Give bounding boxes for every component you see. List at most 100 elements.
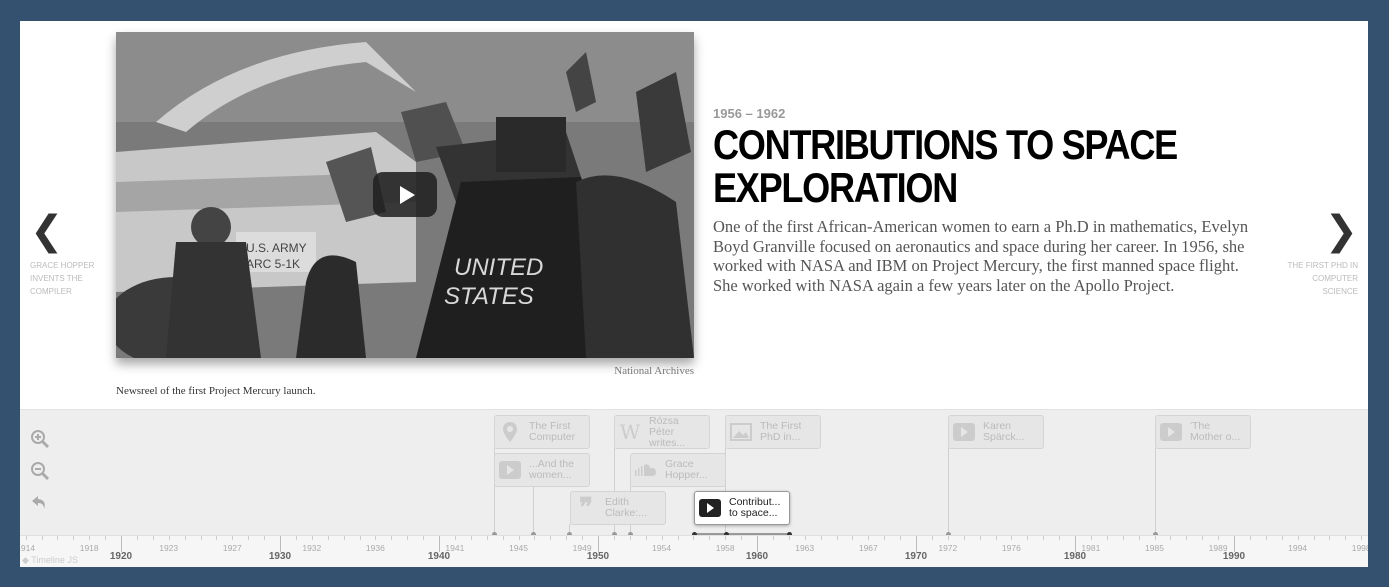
- axis-tick: [184, 536, 186, 540]
- axis-tick: [1202, 536, 1204, 540]
- zoom-in-icon: [31, 430, 50, 449]
- play-icon: [399, 185, 415, 204]
- marker-title: Edith Clarke:...: [605, 497, 648, 519]
- slide-date: 1956 – 1962: [713, 106, 786, 121]
- axis-year-label: 1914: [20, 543, 36, 553]
- axis-tick: [661, 536, 663, 540]
- next-slide-button[interactable]: ❯ The first PhD in computer science: [1278, 211, 1358, 298]
- timeline-marker[interactable]: 'The Mother o...: [1155, 415, 1251, 449]
- axis-tick: [343, 536, 345, 540]
- axis-tick: [836, 536, 838, 540]
- axis-decade-label: 1950: [586, 551, 610, 562]
- timeline-marker[interactable]: Karen Spärck...: [948, 415, 1044, 449]
- timeline-marker[interactable]: W Rózsa Péter writes...: [614, 415, 710, 449]
- axis-tick: [852, 536, 854, 540]
- axis-tick: [900, 536, 902, 540]
- timelinejs-credit[interactable]: ◆ Timeline JS: [22, 555, 78, 566]
- axis-tick: [1281, 536, 1283, 540]
- next-slide-label: The first PhD in computer science: [1287, 261, 1358, 296]
- axis-major-tick: [757, 536, 758, 552]
- timelinejs-credit-text: Timeline JS: [31, 555, 78, 565]
- axis-tick: [741, 536, 743, 540]
- axis-year-label: 1927: [222, 543, 242, 553]
- axis-tick: [502, 536, 504, 540]
- axis-major-tick: [439, 536, 440, 552]
- axis-tick: [1059, 536, 1061, 540]
- axis-tick: [1122, 536, 1124, 540]
- wikipedia-icon: W: [619, 420, 641, 444]
- axis-tick: [613, 536, 615, 540]
- axis-tick: [264, 536, 266, 540]
- marker-line: [1155, 448, 1156, 534]
- zoom-out-button[interactable]: [30, 461, 52, 483]
- timeline-marker[interactable]: Grace Hopper...: [630, 453, 726, 487]
- axis-major-tick: [916, 536, 917, 552]
- axis-tick: [931, 536, 933, 540]
- axis-tick: [1218, 536, 1220, 540]
- soundcloud-icon: [635, 459, 657, 481]
- map-pin-icon: [499, 421, 521, 443]
- axis-year-label: 1967: [858, 543, 878, 553]
- time-axis: ◆ Timeline JS 1914 1918 1923 1927 1932 1936 19…: [20, 535, 1368, 567]
- axis-tick: [1329, 536, 1331, 540]
- axis-tick: [136, 536, 138, 540]
- video-icon: [953, 421, 975, 443]
- axis-year-label: 1958: [715, 543, 735, 553]
- axis-tick: [1345, 536, 1347, 540]
- axis-decade-label: 1980: [1063, 551, 1087, 562]
- axis-tick: [963, 536, 965, 540]
- chevron-left-icon: ❮: [30, 208, 64, 254]
- image-icon: [730, 421, 752, 443]
- axis-year-label: 1945: [509, 543, 528, 553]
- timeline-marker-active[interactable]: Contribut... to space...: [694, 491, 790, 525]
- zoom-out-icon: [31, 462, 50, 481]
- axis-year-label: 1932: [302, 543, 322, 553]
- marker-line: [533, 486, 534, 534]
- axis-tick: [1154, 536, 1156, 540]
- axis-tick: [979, 536, 981, 540]
- zoom-in-button[interactable]: [30, 429, 52, 451]
- axis-major-tick: [121, 536, 122, 552]
- axis-year-label: 1923: [159, 543, 179, 553]
- marker-title: Karen Spärck...: [983, 421, 1025, 443]
- axis-tick: [884, 536, 886, 540]
- back-to-start-button[interactable]: [30, 493, 52, 515]
- undo-arrow-icon: [32, 496, 45, 509]
- previous-slide-label: Grace Hopper invents the compiler: [30, 261, 95, 296]
- slide-text: 1956 – 1962 Contributions to Space Explo…: [713, 106, 1253, 295]
- axis-tick: [168, 536, 170, 540]
- timeline-marker[interactable]: ❞ Edith Clarke:...: [570, 491, 666, 525]
- slide-headline: Contributions to Space Exploration: [713, 121, 1178, 211]
- previous-slide-button[interactable]: ❮ Grace Hopper invents the compiler: [30, 211, 110, 298]
- axis-year-label: 1963: [795, 543, 815, 553]
- video-icon: [1160, 421, 1182, 443]
- timeline-navigator[interactable]: The First Computer ...And the women... ❞…: [20, 409, 1368, 567]
- axis-tick: [57, 536, 59, 540]
- axis-tick: [772, 536, 774, 540]
- axis-tick: [582, 536, 584, 540]
- axis-tick: [25, 536, 27, 540]
- timeline-marker[interactable]: The First Computer: [494, 415, 590, 449]
- axis-decade-label: 1920: [109, 551, 133, 562]
- axis-tick: [295, 536, 297, 540]
- axis-tick: [1265, 536, 1267, 540]
- timeline-marker[interactable]: ...And the women...: [494, 453, 590, 487]
- axis-tick: [947, 536, 949, 540]
- axis-tick: [470, 536, 472, 540]
- timeline-frame: ❮ Grace Hopper invents the compiler U.S.…: [20, 21, 1368, 567]
- axis-tick: [248, 536, 250, 540]
- video-thumbnail[interactable]: U.S. ARMY ARC 5-1K UNITED STATES: [116, 32, 694, 358]
- axis-major-tick: [1075, 536, 1076, 552]
- play-button[interactable]: [373, 172, 437, 217]
- axis-year-label: 1976: [1001, 543, 1021, 553]
- axis-tick: [518, 536, 520, 540]
- axis-tick: [820, 536, 822, 540]
- axis-tick: [89, 536, 91, 540]
- axis-decade-label: 1970: [904, 551, 928, 562]
- axis-year-label: 1918: [79, 543, 99, 553]
- axis-tick: [693, 536, 695, 540]
- axis-tick: [216, 536, 218, 540]
- axis-tick: [788, 536, 790, 540]
- svg-text:ARC 5-1K: ARC 5-1K: [246, 257, 300, 271]
- timeline-marker[interactable]: The First PhD in...: [725, 415, 821, 449]
